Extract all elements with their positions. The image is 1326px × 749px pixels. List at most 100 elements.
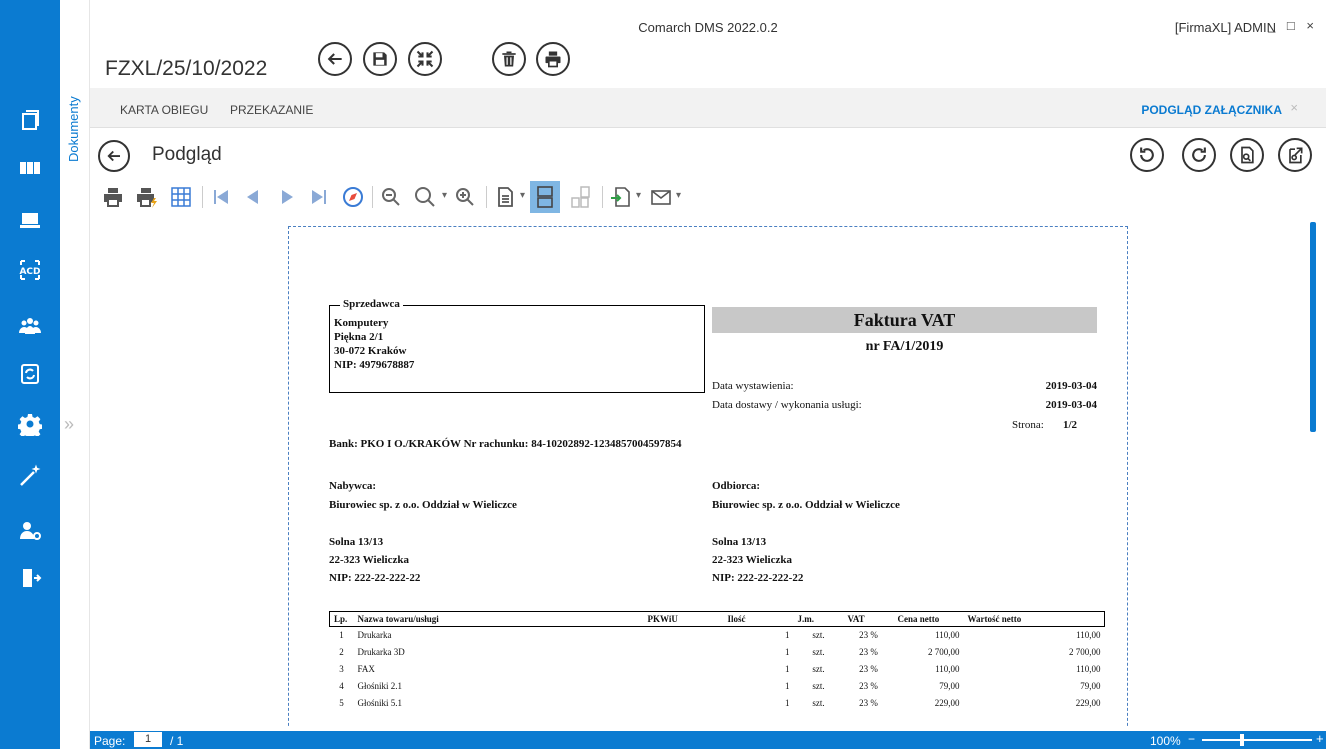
page-total: / 1 xyxy=(170,734,184,748)
rotate-left-button[interactable] xyxy=(1130,138,1164,172)
email-dropdown-icon[interactable]: ▾ xyxy=(676,190,681,201)
zoom-minus-icon[interactable]: − xyxy=(1188,732,1195,746)
zoom-slider-thumb[interactable] xyxy=(1240,734,1244,746)
zoom-plus-icon[interactable]: + xyxy=(1316,731,1324,746)
seller-nip: NIP: 4979678887 xyxy=(334,359,415,371)
user-settings-icon[interactable] xyxy=(14,514,46,546)
export-attachment-button[interactable] xyxy=(1278,138,1312,172)
row-unit: szt. xyxy=(812,630,825,641)
main-sidebar: ACD xyxy=(0,0,60,749)
page-number-value: 1/2 xyxy=(1062,419,1077,431)
toolbar-separator xyxy=(202,186,203,208)
row-lp: 3 xyxy=(339,664,344,674)
row-pkwiu xyxy=(644,661,724,678)
tab-karta-obiegu[interactable]: KARTA OBIEGU xyxy=(120,103,208,117)
first-page-icon[interactable] xyxy=(208,184,234,210)
delete-button[interactable] xyxy=(492,42,526,76)
documents-icon[interactable] xyxy=(14,104,46,136)
app-title: Comarch DMS 2022.0.2 xyxy=(638,20,778,35)
bank-account-line: Bank: PKO I O./KRAKÓW Nr rachunku: 84-10… xyxy=(329,438,682,450)
print-icon[interactable] xyxy=(100,184,126,210)
row-name: FAX xyxy=(357,664,375,674)
page-number-input[interactable]: 1 xyxy=(134,732,162,747)
row-unit: szt. xyxy=(812,664,825,674)
delivery-date-value: 2019-03-04 xyxy=(1045,399,1097,411)
svg-text:ACD: ACD xyxy=(19,267,40,277)
row-pkwiu xyxy=(644,695,724,712)
row-qty: 1 xyxy=(785,664,790,674)
row-vat: 23 % xyxy=(859,630,878,641)
panels-icon[interactable] xyxy=(14,152,46,184)
single-page-icon[interactable] xyxy=(530,181,560,213)
recipient-nip: NIP: 222-22-222-22 xyxy=(712,572,804,584)
issue-date-label: Data wystawienia: xyxy=(712,380,794,392)
toolbar-separator xyxy=(486,186,487,208)
save-button[interactable] xyxy=(363,42,397,76)
acd-icon[interactable]: ACD xyxy=(14,254,46,286)
preview-title: Podgląd xyxy=(152,144,222,165)
buyer-street: Solna 13/13 xyxy=(329,536,384,548)
wand-icon[interactable] xyxy=(14,460,46,492)
preview-back-button[interactable] xyxy=(98,140,130,172)
row-value: 79,00 xyxy=(1080,681,1101,691)
col-name: Nazwa towaru/usługi xyxy=(353,611,644,627)
zoom-icon[interactable] xyxy=(412,184,438,210)
zoom-in-icon[interactable] xyxy=(452,184,478,210)
exit-icon[interactable] xyxy=(14,562,46,594)
tab-close-icon[interactable]: × xyxy=(1290,100,1298,115)
col-value: Wartość netto xyxy=(963,611,1105,627)
quick-print-icon[interactable] xyxy=(134,184,160,210)
tab-podglad-zalacznika[interactable]: PODGLĄD ZAŁĄCZNIKA xyxy=(1141,103,1282,117)
last-page-icon[interactable] xyxy=(306,184,332,210)
seller-street: Piękna 2/1 xyxy=(334,331,384,343)
row-pkwiu xyxy=(644,627,724,644)
open-attachment-button[interactable] xyxy=(1230,138,1264,172)
table-row: 5 Głośniki 5.1 1 szt. 23 % 229,00 229,00 xyxy=(330,695,1105,712)
rotate-right-button[interactable] xyxy=(1182,138,1216,172)
export-icon[interactable] xyxy=(608,184,634,210)
row-vat: 23 % xyxy=(859,647,878,657)
row-qty: 1 xyxy=(785,647,790,657)
email-icon[interactable] xyxy=(648,184,674,210)
seller-details: Komputery Piękna 2/1 30-072 Kraków NIP: … xyxy=(334,316,414,372)
row-value: 2 700,00 xyxy=(1069,647,1101,657)
documents-vertical-label[interactable]: Dokumenty xyxy=(66,96,86,176)
tab-przekazanie[interactable]: PRZEKAZANIE xyxy=(230,103,313,117)
users-icon[interactable] xyxy=(14,310,46,342)
window-controls[interactable]: _ □ × xyxy=(1268,18,1318,33)
row-qty: 1 xyxy=(785,630,790,641)
row-value: 229,00 xyxy=(1075,698,1101,708)
page-view-dropdown-icon[interactable]: ▾ xyxy=(520,190,525,201)
print-button[interactable] xyxy=(536,42,570,76)
expand-chevron-icon[interactable]: » xyxy=(64,414,74,435)
monitor-icon[interactable] xyxy=(14,204,46,236)
row-value: 110,00 xyxy=(1076,664,1101,674)
row-price: 229,00 xyxy=(934,698,960,708)
gear-icon[interactable] xyxy=(14,408,46,440)
rotate-left-icon xyxy=(1140,147,1154,162)
row-value: 110,00 xyxy=(1076,630,1101,641)
export-dropdown-icon[interactable]: ▾ xyxy=(636,190,641,201)
previous-page-icon[interactable] xyxy=(240,184,266,210)
preview-toolbar: ▾ ▾ ▾ ▾ xyxy=(90,180,850,216)
navigation-icon[interactable] xyxy=(340,184,366,210)
row-qty: 1 xyxy=(785,681,790,691)
invoice-items-table: Lp. Nazwa towaru/usługi PKWiU Ilość J.m.… xyxy=(329,611,1105,712)
multi-page-icon[interactable] xyxy=(568,184,594,210)
buyer-label: Nabywca: xyxy=(329,480,377,492)
refresh-doc-icon[interactable] xyxy=(14,358,46,390)
buyer-nip: NIP: 222-22-222-22 xyxy=(329,572,421,584)
zoom-out-icon[interactable] xyxy=(378,184,404,210)
page-setup-icon[interactable] xyxy=(168,184,194,210)
tab-bar: KARTA OBIEGU PRZEKAZANIE PODGLĄD ZAŁĄCZN… xyxy=(90,88,1326,128)
zoom-slider-track[interactable] xyxy=(1202,739,1312,741)
collapse-button[interactable] xyxy=(408,42,442,76)
next-page-icon[interactable] xyxy=(274,184,300,210)
back-button[interactable] xyxy=(318,42,352,76)
toolbar-separator xyxy=(372,186,373,208)
col-vat: VAT xyxy=(843,611,894,627)
zoom-dropdown-icon[interactable]: ▾ xyxy=(442,190,447,201)
document-search-icon xyxy=(1241,146,1254,164)
vertical-scrollbar-thumb[interactable] xyxy=(1310,222,1316,432)
page-view-icon[interactable] xyxy=(492,184,518,210)
